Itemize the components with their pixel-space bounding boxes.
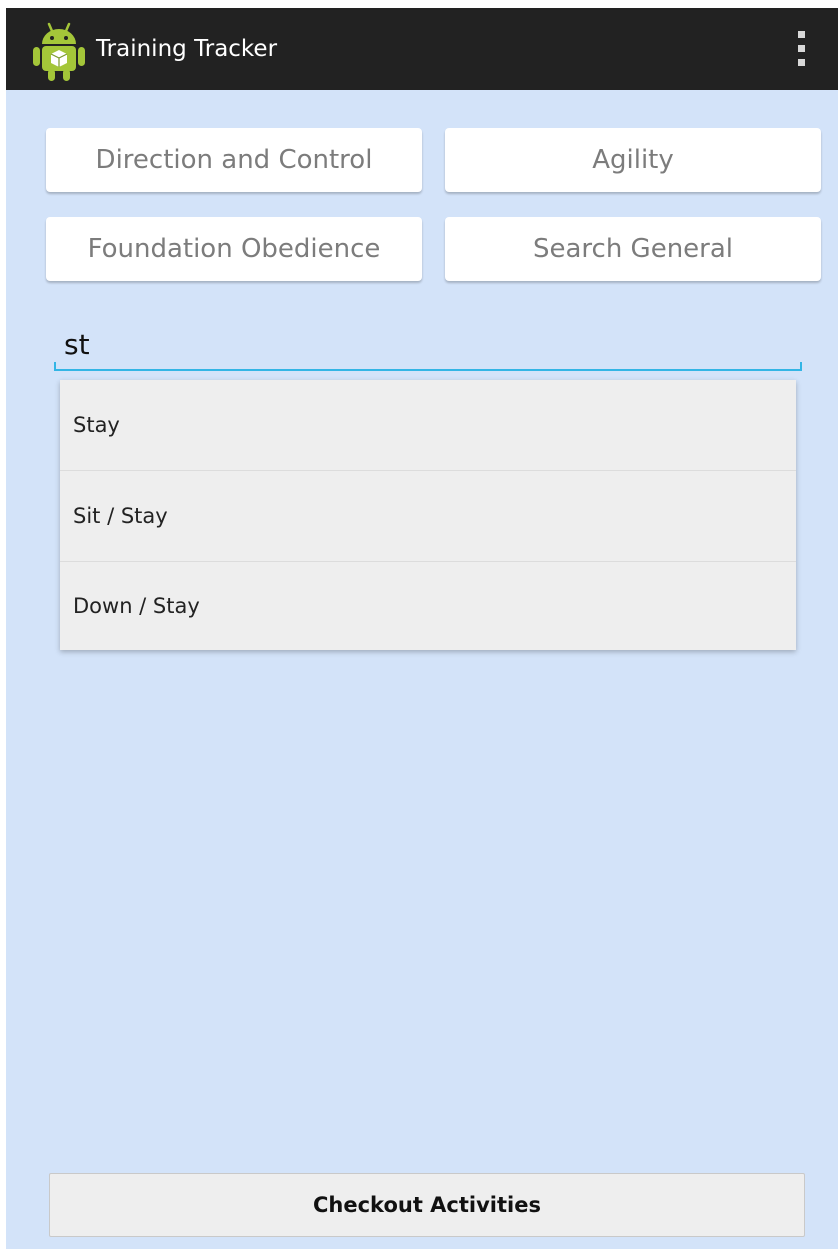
suggestion-item-stay[interactable]: Stay — [60, 380, 796, 470]
search-field — [54, 320, 804, 372]
app-screen: Training Tracker Direction and Control A… — [6, 8, 838, 1249]
overflow-menu-icon[interactable] — [786, 26, 816, 72]
search-underline — [54, 369, 802, 371]
search-general-button[interactable]: Search General — [445, 217, 821, 281]
suggestion-item-down-stay[interactable]: Down / Stay — [60, 562, 796, 650]
app-title: Training Tracker — [96, 36, 278, 62]
suggestion-item-sit-stay[interactable]: Sit / Stay — [60, 471, 796, 561]
action-bar: Training Tracker — [6, 8, 838, 90]
search-input[interactable] — [54, 320, 804, 368]
autocomplete-dropdown: Stay Sit / Stay Down / Stay — [60, 380, 796, 650]
agility-button[interactable]: Agility — [445, 128, 821, 192]
search-underline-right-tick — [800, 362, 802, 371]
checkout-activities-button[interactable]: Checkout Activities — [49, 1173, 805, 1237]
android-robot-icon[interactable] — [32, 20, 86, 82]
direction-and-control-button[interactable]: Direction and Control — [46, 128, 422, 192]
foundation-obedience-button[interactable]: Foundation Obedience — [46, 217, 422, 281]
search-underline-left-tick — [54, 362, 56, 371]
